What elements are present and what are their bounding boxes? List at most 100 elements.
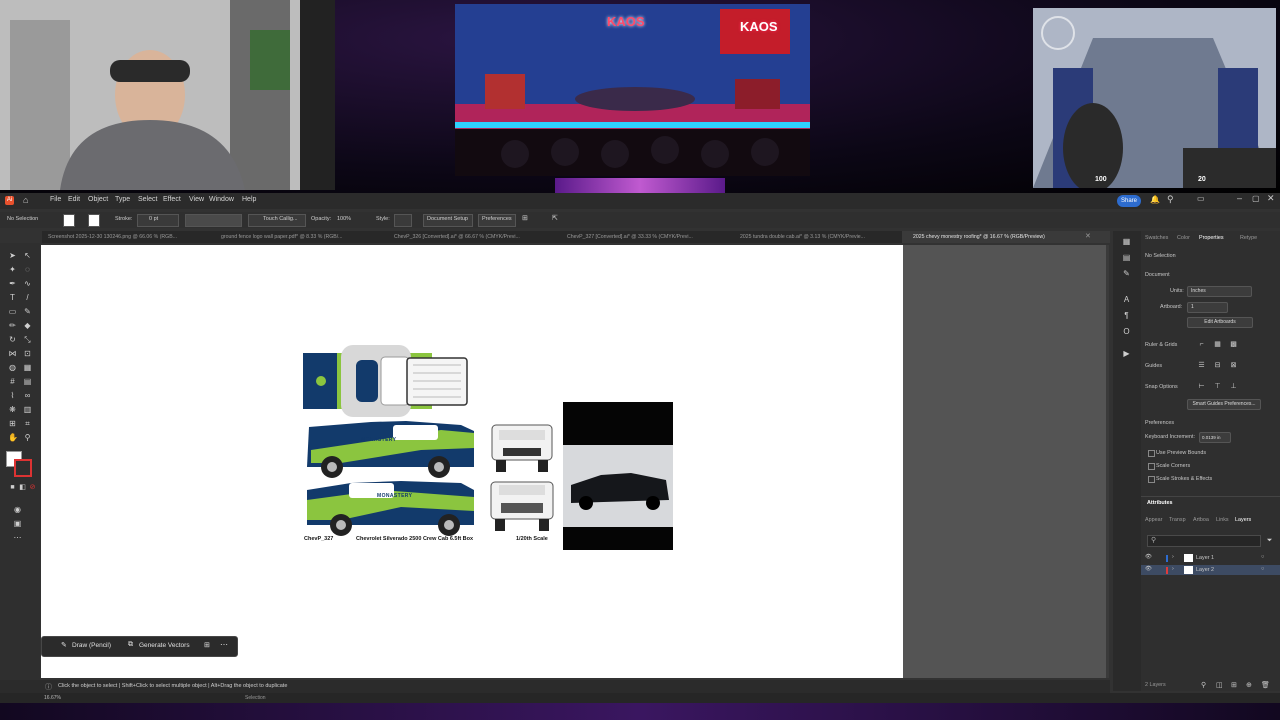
mesh-tool-icon[interactable]: # xyxy=(8,377,17,386)
share-button[interactable]: Share xyxy=(1117,195,1141,207)
tab-chevp-327[interactable]: ChevP_327 [Converted].ai* @ 33.33 % (CMY… xyxy=(567,234,693,240)
delete-layer-icon[interactable]: 🗑 xyxy=(1261,681,1270,689)
menu-file[interactable]: File xyxy=(50,196,61,203)
visibility-eye-icon[interactable]: 👁 xyxy=(1145,566,1152,572)
target-icon[interactable]: ○ xyxy=(1261,566,1264,572)
eraser-tool-icon[interactable]: ◆ xyxy=(23,321,32,330)
more-options-icon[interactable]: ⋯ xyxy=(220,640,228,649)
tab-chevy-monestry[interactable]: 2025 chevy monestry roofing* @ 16.67 % (… xyxy=(913,234,1045,240)
eyedropper-tool-icon[interactable]: ⌇ xyxy=(8,391,17,400)
hand-tool-icon[interactable]: ✋ xyxy=(8,433,18,442)
grid-icon[interactable]: ▦ xyxy=(1213,340,1222,349)
pixel-grid-icon[interactable]: ▩ xyxy=(1229,340,1238,349)
snap-pixel-icon[interactable]: ⊥ xyxy=(1229,382,1238,391)
draw-pencil-button[interactable]: Draw (Pencil) xyxy=(72,642,111,649)
artboard-tool-icon[interactable]: ⊞ xyxy=(8,419,17,428)
tab-color[interactable]: Color xyxy=(1177,235,1190,241)
fill-swatch[interactable] xyxy=(63,214,75,227)
vertical-scrollbar[interactable] xyxy=(1106,245,1109,678)
align-icon[interactable]: ⊞ xyxy=(522,214,528,222)
brush-definition-dropdown[interactable]: Touch Callig... xyxy=(248,214,306,227)
taskbar-options-icon[interactable]: ⊞ xyxy=(204,641,210,649)
actions-panel-icon[interactable]: ▶ xyxy=(1122,349,1131,358)
minimize-icon[interactable]: – xyxy=(1237,193,1242,203)
arrange-documents-icon[interactable]: ▭ xyxy=(1197,194,1205,203)
curvature-tool-icon[interactable]: ∿ xyxy=(23,279,32,288)
scale-corners-checkbox[interactable] xyxy=(1148,463,1155,470)
close-tab-icon[interactable]: ✕ xyxy=(1085,232,1091,240)
tab-tundra[interactable]: 2025 tundra double cab.ai* @ 3.13 % (CMY… xyxy=(740,234,865,240)
scale-tool-icon[interactable]: ⤡ xyxy=(23,335,32,344)
screen-mode-icon[interactable]: ▣ xyxy=(13,519,22,528)
blend-tool-icon[interactable]: ∞ xyxy=(23,391,32,400)
draw-mode-icon[interactable]: ◉ xyxy=(13,505,22,514)
layers-search-input[interactable]: ⚲ xyxy=(1147,535,1261,547)
tab-links[interactable]: Links xyxy=(1216,517,1229,523)
free-transform-tool-icon[interactable]: ⊡ xyxy=(23,349,32,358)
edit-toolbar-icon[interactable]: ⋯ xyxy=(13,533,22,542)
vehicle-wrap-artwork[interactable] xyxy=(41,245,903,678)
line-tool-icon[interactable]: / xyxy=(23,293,32,302)
color-mode-icon[interactable]: ■ xyxy=(8,483,17,492)
units-dropdown[interactable]: Inches xyxy=(1187,286,1252,297)
paintbrush-tool-icon[interactable]: ✎ xyxy=(23,307,32,316)
direct-selection-tool-icon[interactable]: ↖ xyxy=(23,251,32,260)
isolate-icon[interactable]: ⇱ xyxy=(552,214,558,222)
brushes-panel-icon[interactable]: ✎ xyxy=(1122,269,1131,278)
new-sublayer-icon[interactable]: ⊞ xyxy=(1231,681,1237,689)
layer-row-selected[interactable]: 👁 › Layer 2 ○ xyxy=(1141,565,1280,575)
tab-swatches[interactable]: Swatches xyxy=(1145,235,1168,241)
pen-tool-icon[interactable]: ✒ xyxy=(8,279,17,288)
stroke-swatch[interactable] xyxy=(88,214,100,227)
expand-icon[interactable]: › xyxy=(1172,566,1174,572)
slice-tool-icon[interactable]: ⌗ xyxy=(23,419,32,428)
tab-retype[interactable]: Retype xyxy=(1240,235,1257,241)
menu-view[interactable]: View xyxy=(189,196,204,203)
rulers-icon[interactable]: ⌐ xyxy=(1197,340,1206,349)
zoom-tool-icon[interactable]: ⚲ xyxy=(23,433,32,442)
perspective-grid-tool-icon[interactable]: ▦ xyxy=(23,363,32,372)
keyboard-increment-field[interactable]: 0.0139 in xyxy=(1199,432,1231,443)
smart-guides-preferences-button[interactable]: Smart Guides Preferences... xyxy=(1187,399,1261,410)
canvas-area[interactable]: MONASTERY MONASTERY ChevP_327 Chevrolet … xyxy=(41,245,1109,678)
new-layer-icon[interactable]: ⊕ xyxy=(1246,681,1252,689)
scale-strokes-checkbox[interactable] xyxy=(1148,476,1155,483)
attributes-panel-title[interactable]: Attributes xyxy=(1147,500,1172,506)
make-clipping-mask-icon[interactable]: ◫ xyxy=(1216,681,1223,689)
tab-properties[interactable]: Properties xyxy=(1199,235,1224,241)
menu-select[interactable]: Select xyxy=(138,196,157,203)
edit-artboards-button[interactable]: Edit Artboards xyxy=(1187,317,1253,328)
pencil-tool-icon[interactable]: ✏ xyxy=(8,321,17,330)
tab-layers[interactable]: Layers xyxy=(1235,517,1251,523)
stroke-weight-field[interactable]: 0 pt xyxy=(137,214,179,227)
filter-icon[interactable]: ⏷ xyxy=(1265,536,1274,545)
variable-width-profile[interactable] xyxy=(185,214,242,227)
locate-object-icon[interactable]: ⚲ xyxy=(1201,681,1206,689)
graph-tool-icon[interactable]: ▥ xyxy=(23,405,32,414)
artboard[interactable]: MONASTERY MONASTERY ChevP_327 Chevrolet … xyxy=(41,245,903,678)
visibility-eye-icon[interactable]: 👁 xyxy=(1145,554,1152,560)
menu-window[interactable]: Window xyxy=(209,196,234,203)
rotate-tool-icon[interactable]: ↻ xyxy=(8,335,17,344)
tab-screenshot[interactable]: Screenshot 2025-12-30 130246.png @ 66.06… xyxy=(48,234,177,240)
swatches-panel-icon[interactable]: ▤ xyxy=(1122,253,1131,262)
menu-help[interactable]: Help xyxy=(242,196,256,203)
tab-transparency[interactable]: Transp xyxy=(1169,517,1186,523)
type-tool-icon[interactable]: T xyxy=(8,293,17,302)
stroke-color-swatch[interactable] xyxy=(14,459,32,477)
menu-effect[interactable]: Effect xyxy=(163,196,181,203)
notifications-icon[interactable]: 🔔 xyxy=(1150,195,1160,204)
maximize-icon[interactable]: ▢ xyxy=(1252,194,1260,203)
tab-artboards[interactable]: Artboa xyxy=(1193,517,1209,523)
gradient-tool-icon[interactable]: ▤ xyxy=(23,377,32,386)
target-icon[interactable]: ○ xyxy=(1261,554,1264,560)
magic-wand-tool-icon[interactable]: ✦ xyxy=(8,265,17,274)
symbol-sprayer-tool-icon[interactable]: ❋ xyxy=(8,405,17,414)
paragraph-panel-icon[interactable]: ¶ xyxy=(1122,311,1131,320)
artboard-dropdown[interactable]: 1 xyxy=(1187,302,1228,313)
rectangle-tool-icon[interactable]: ▭ xyxy=(8,307,17,316)
menu-object[interactable]: Object xyxy=(88,196,108,203)
tab-appearance[interactable]: Appear xyxy=(1145,517,1162,523)
selection-tool-icon[interactable]: ➤ xyxy=(8,251,17,260)
tab-ground-fence[interactable]: ground fence logo wall paper.pdf* @ 8.33… xyxy=(221,234,342,240)
